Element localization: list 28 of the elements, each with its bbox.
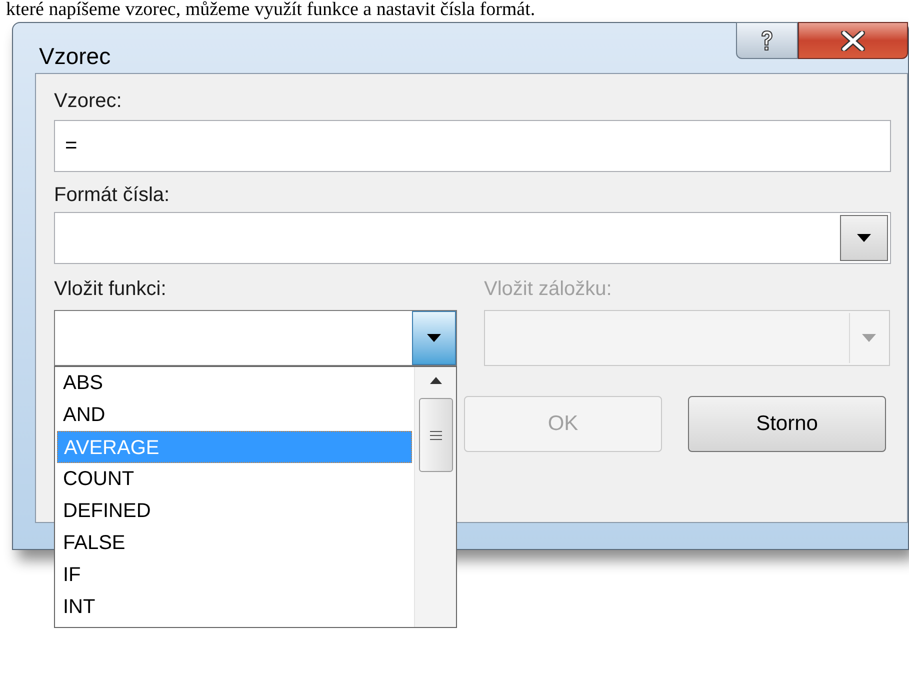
- caret-icon: [857, 234, 871, 242]
- list-item[interactable]: INT: [57, 591, 412, 623]
- dropdown-button[interactable]: [412, 311, 456, 365]
- field-label: Vložit funkci:: [54, 277, 168, 302]
- help-icon: [759, 30, 775, 52]
- field-label: Vzorec:: [54, 89, 123, 114]
- close-icon: [840, 30, 866, 50]
- list-item[interactable]: ABS: [57, 367, 412, 399]
- list-item[interactable]: AND: [57, 399, 412, 431]
- scrollbar[interactable]: [414, 367, 456, 627]
- window-title: Vzorec: [38, 42, 111, 71]
- list-item[interactable]: COUNT: [57, 463, 412, 495]
- list-item[interactable]: DEFINED: [57, 495, 412, 527]
- dropdown-button[interactable]: [840, 215, 888, 261]
- scrollbar-thumb[interactable]: [418, 398, 452, 472]
- scroll-up-icon[interactable]: [430, 377, 442, 384]
- caret-icon: [862, 334, 876, 342]
- close-button[interactable]: [798, 22, 908, 59]
- dialog-button[interactable]: Storno: [688, 396, 886, 452]
- field-label: Vložit záložku:: [484, 277, 613, 302]
- list-item[interactable]: FALSE: [57, 527, 412, 559]
- help-button[interactable]: [736, 22, 798, 59]
- formula-field[interactable]: =: [54, 120, 891, 172]
- insert-function-combo[interactable]: [54, 310, 457, 366]
- list-item[interactable]: IF: [57, 559, 412, 591]
- caret-icon: [427, 334, 441, 342]
- intro-text: které napíšeme vzorec, můžeme využít funkce a nastavit čísla formát.: [5, 0, 536, 20]
- field-label: Formát čísla:: [54, 183, 171, 208]
